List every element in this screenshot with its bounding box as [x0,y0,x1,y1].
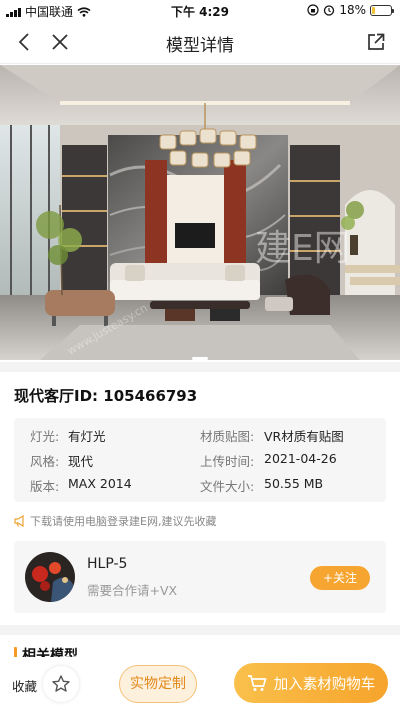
download-tip: 下载请使用电脑登录建E网,建议先收藏 [14,513,216,529]
battery-icon [370,4,394,16]
follow-button[interactable]: +关注 [310,566,370,590]
info-row: 风格: 现代 上传时间: 2021-04-26 [14,451,386,473]
info-row: 版本: MAX 2014 文件大小: 50.55 MB [14,476,386,498]
section-divider [0,362,400,372]
author-card[interactable]: HLP-5 需要合作请+VX +关注 [14,541,386,613]
favorite-label: 收藏 [12,679,38,694]
external-link-icon [368,33,385,50]
status-right: 18% [307,3,394,17]
download-tip-text: 下载请使用电脑登录建E网,建议先收藏 [30,515,217,528]
model-info-card: 灯光: 有灯光 材质贴图: VR材质有贴图 风格: 现代 上传时间: 2021-… [14,418,386,502]
share-button[interactable] [364,30,388,54]
material-label: 材质贴图: [200,429,255,444]
alarm-icon [324,5,335,16]
image-pager-indicator [192,357,208,360]
nav-bar: 模型详情 [0,20,400,64]
upload-time-value: 2021-04-26 [264,451,337,466]
watermark-text: 建E网 [255,228,350,269]
author-name: HLP-5 [87,556,128,572]
living-room-render: 建E网 www.justeasy.cn [0,65,400,360]
add-to-cart-label: 加入素材购物车 [273,676,376,693]
bottom-action-bar: 收藏 实物定制 加入素材购物车 [0,657,400,711]
status-bar: 中国联通 下午 4:29 18% [0,0,400,20]
file-size-value: 50.55 MB [264,476,324,491]
cart-icon [247,675,267,691]
style-value: 现代 [68,454,94,469]
avatar[interactable] [25,552,75,602]
model-preview-image[interactable]: 建E网 www.justeasy.cn [0,65,400,360]
upload-time-label: 上传时间: [200,454,255,469]
version-label: 版本: [30,479,60,494]
screen-lock-icon [307,4,319,16]
author-subtitle: 需要合作请+VX [87,583,178,598]
custom-order-button[interactable]: 实物定制 [119,665,197,703]
add-to-cart-button[interactable]: 加入素材购物车 [234,663,388,703]
favorite-button[interactable] [43,666,79,702]
light-value: 有灯光 [68,429,106,444]
megaphone-icon [14,515,24,527]
page-title: 模型详情 [166,36,234,56]
version-value: MAX 2014 [68,476,132,491]
avatar-image [25,552,75,602]
file-size-label: 文件大小: [200,479,255,494]
model-title: 现代客厅ID: 105466793 [14,387,198,405]
light-label: 灯光: [30,429,60,444]
star-icon [52,675,70,692]
battery-percent: 18% [339,3,366,17]
info-row: 灯光: 有灯光 材质贴图: VR材质有贴图 [14,426,386,448]
style-label: 风格: [30,454,60,469]
material-value: VR材质有贴图 [264,429,344,444]
section-divider [0,625,400,635]
